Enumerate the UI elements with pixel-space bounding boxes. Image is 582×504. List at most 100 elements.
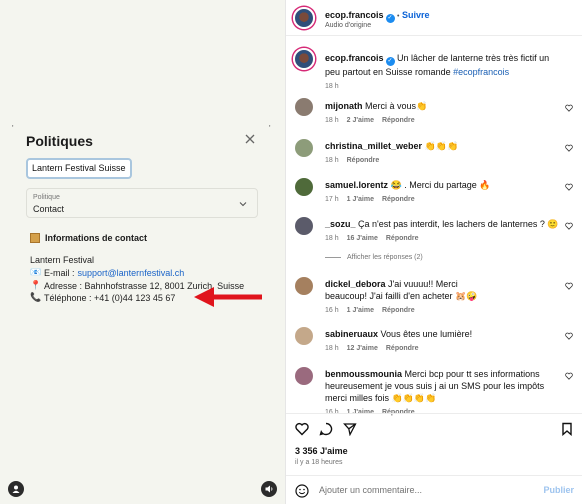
follow-button[interactable]: Suivre	[402, 10, 430, 20]
comment-username[interactable]: christina_millet_weber	[325, 141, 422, 151]
comment-time: 17 h	[325, 196, 339, 203]
reply-button[interactable]: Répondre	[382, 307, 415, 314]
reply-line	[325, 257, 341, 258]
comment-avatar[interactable]	[295, 178, 313, 196]
post-caption: ecop.francois ✓ Un lâcher de lanterne trè…	[325, 52, 565, 90]
reply-button[interactable]: Répondre	[382, 117, 415, 124]
reply-button[interactable]: Répondre	[382, 196, 415, 203]
policy-select[interactable]: Politique Contact	[26, 188, 258, 218]
comment-time: 18 h	[325, 117, 339, 124]
pin-icon: 📍	[30, 280, 42, 290]
publish-button[interactable]: Publier	[543, 485, 574, 495]
comment-item: dickel_debora J'ai vuuuu!! Merci beaucou…	[325, 278, 565, 314]
comment-likes[interactable]: 12 J'aime	[347, 345, 378, 352]
comment-item: christina_millet_weber 👏👏👏 18 h Répondre	[325, 140, 565, 164]
comment-avatar[interactable]	[295, 327, 313, 345]
hashtag-link[interactable]: #ecopfrancois	[453, 67, 509, 77]
org-name: Lantern Festival	[30, 255, 95, 265]
heart-icon[interactable]	[565, 222, 573, 230]
tick-mark: '	[12, 124, 14, 133]
comment-time: 18 h	[325, 345, 339, 352]
comment-text: 😂 . Merci du partage 🔥	[390, 180, 491, 190]
policy-panel: ' ' Politiques Lantern Festival Suisse P…	[0, 0, 285, 504]
email-label: E-mail :	[44, 267, 75, 278]
comment-username[interactable]: mijonath	[325, 101, 363, 111]
policy-search-input[interactable]: Lantern Festival Suisse	[26, 158, 132, 179]
heart-icon[interactable]	[565, 372, 573, 380]
audio-label[interactable]: Audio d'origine	[325, 22, 371, 29]
verified-icon: ✓	[385, 14, 395, 23]
section-title: Informations de contact	[45, 233, 148, 243]
reply-button[interactable]: Répondre	[386, 235, 419, 242]
author-avatar[interactable]	[293, 7, 315, 29]
comment-username[interactable]: samuel.lorentz	[325, 180, 388, 190]
phone-icon: 📞	[30, 292, 42, 302]
email-icon: 📧	[30, 267, 42, 277]
author-username[interactable]: ecop.francois	[325, 10, 384, 20]
heart-icon[interactable]	[565, 144, 573, 152]
comment-likes[interactable]: 1 J'aime	[347, 196, 374, 203]
comment-text: Ça n'est pas interdit, les lachers de la…	[358, 219, 559, 229]
show-replies-label: Afficher les réponses (2)	[347, 254, 423, 261]
comment-text: Vous êtes une lumière!	[380, 329, 473, 339]
comment-input[interactable]: Ajouter un commentaire...	[319, 485, 422, 495]
caption-time: 18 h	[325, 83, 339, 90]
comment-likes[interactable]: 1 J'aime	[347, 307, 374, 314]
comment-username[interactable]: dickel_debora	[325, 279, 386, 289]
contact-section-heading: Informations de contact	[30, 233, 147, 243]
comment-avatar[interactable]	[295, 139, 313, 157]
share-icon[interactable]	[343, 422, 357, 436]
policy-title: Politiques	[26, 133, 93, 149]
select-label: Politique	[33, 194, 60, 201]
user-icon[interactable]	[8, 481, 24, 497]
comment-avatar[interactable]	[295, 367, 313, 385]
emoji-icon[interactable]	[295, 484, 309, 498]
instagram-post-panel: ecop.francois ✓ • Suivre Audio d'origine …	[285, 0, 582, 504]
comment-avatar[interactable]	[295, 277, 313, 295]
comment-avatar[interactable]	[295, 98, 313, 116]
comment-time: 18 h	[325, 157, 339, 164]
comment-likes[interactable]: 16 J'aime	[347, 235, 378, 242]
email-link[interactable]: support@lanternfestival.ch	[78, 268, 185, 278]
comment-input-bar: Ajouter un commentaire... Publier	[286, 475, 582, 504]
heart-icon[interactable]	[565, 104, 573, 112]
phone-row: 📞 Téléphone : +41 (0)44 123 45 67	[30, 292, 175, 303]
comment-item: samuel.lorentz 😂 . Merci du partage 🔥 17…	[325, 179, 565, 203]
verified-icon: ✓	[385, 57, 395, 66]
like-heart-icon[interactable]	[295, 422, 309, 436]
comment-username[interactable]: sabineruaux	[325, 329, 378, 339]
bookmark-icon[interactable]	[560, 422, 574, 436]
comment-avatar[interactable]	[295, 217, 313, 235]
heart-icon[interactable]	[565, 332, 573, 340]
comment-username[interactable]: benmoussmounia	[325, 369, 402, 379]
close-icon[interactable]	[244, 133, 256, 145]
comment-item: mijonath Merci à vous👏 18 h 2 J'aime Répon…	[325, 100, 565, 124]
speaker-icon[interactable]	[261, 481, 277, 497]
comment-item: benmoussmounia Merci bcp pour tt ses inf…	[325, 368, 565, 416]
phone-text: Téléphone : +41 (0)44 123 45 67	[44, 292, 176, 303]
scroll-icon	[30, 233, 40, 243]
heart-icon[interactable]	[565, 282, 573, 290]
comment-time: 18 h	[325, 235, 339, 242]
comment-item: sabineruaux Vous êtes une lumière! 18 h 1…	[325, 328, 565, 352]
comment-text: 👏👏👏	[424, 141, 459, 151]
caption-avatar[interactable]	[293, 48, 315, 70]
posted-time: il y a 18 heures	[295, 459, 343, 466]
caption-username[interactable]: ecop.francois	[325, 53, 384, 63]
likes-count[interactable]: 3 356 J'aime	[295, 446, 348, 456]
post-header: ecop.francois ✓ • Suivre Audio d'origine	[286, 0, 582, 36]
heart-icon[interactable]	[565, 183, 573, 191]
reply-button[interactable]: Répondre	[386, 345, 419, 352]
comment-username[interactable]: _sozu_	[325, 219, 356, 229]
tick-mark: '	[269, 124, 271, 133]
separator-dot: •	[397, 13, 400, 20]
reply-button[interactable]: Répondre	[347, 157, 380, 164]
select-value: Contact	[33, 204, 65, 214]
comment-item: _sozu_ Ça n'est pas interdit, les lacher…	[325, 218, 565, 242]
show-replies-button[interactable]: Afficher les réponses (2)	[325, 254, 423, 261]
comment-likes[interactable]: 2 J'aime	[347, 117, 374, 124]
chevron-down-icon	[239, 202, 247, 207]
comment-icon[interactable]	[319, 422, 333, 436]
email-row: 📧 E-mail : support@lanternfestival.ch	[30, 267, 184, 278]
red-arrow-annotation	[194, 287, 262, 307]
